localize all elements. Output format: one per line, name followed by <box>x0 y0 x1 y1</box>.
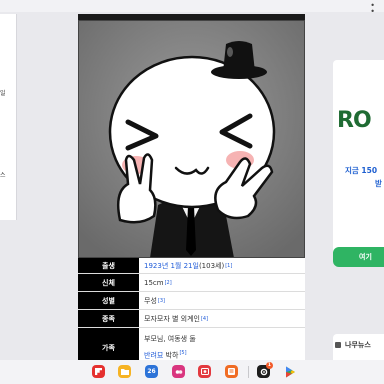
reference-link[interactable]: [3] <box>158 298 165 304</box>
table-row: 신체 15cm [2] <box>78 274 305 292</box>
play-store-icon[interactable] <box>284 365 297 378</box>
family-line: 부모님, 여동생 둘 <box>144 334 196 344</box>
reference-link[interactable]: [5] <box>179 350 186 356</box>
folder-icon[interactable] <box>118 365 131 378</box>
pet-name-text: 박하 <box>163 351 179 360</box>
row-value: 1923년 1월 21일 (103세) [1] <box>139 258 305 273</box>
settings-icon[interactable]: 1 <box>257 362 273 378</box>
flipboard-icon[interactable] <box>92 365 105 378</box>
dock-separator <box>248 366 249 378</box>
table-row: 출생 1923년 1월 21일 (103세) [1] <box>78 258 305 274</box>
news-label: 나무뉴스 <box>345 341 371 349</box>
article-infobox: 출생 1923년 1월 21일 (103세) [1] 신체 15cm [2] 성… <box>78 14 305 382</box>
row-value: 무성 [3] <box>139 292 305 309</box>
family-text: 부모님, 여동생 둘 <box>144 335 196 344</box>
height-text: 15cm <box>144 278 164 287</box>
notification-badge: 1 <box>266 362 273 369</box>
table-row: 종족 모자모자 별 외계인 [4] <box>78 310 305 328</box>
birth-date-link[interactable]: 1923년 1월 21일 <box>144 261 199 271</box>
ad-cta-button[interactable]: 여기 <box>333 247 384 267</box>
image-frame <box>78 20 305 258</box>
right-sidebar: RO 지금 150 받 여기 나무뉴스 <box>319 14 384 364</box>
row-value: 15cm [2] <box>139 274 305 291</box>
ad-subline: 받 <box>375 179 382 188</box>
status-bar: • • <box>0 0 384 16</box>
row-header: 출생 <box>78 258 139 273</box>
news-icon <box>335 342 341 348</box>
calendar-day: 26 <box>147 368 156 375</box>
gallery-icon[interactable] <box>172 365 185 378</box>
left-sidebar-fragment-1: 일 <box>0 90 6 97</box>
ad-logo: RO <box>337 108 372 133</box>
character-image[interactable] <box>78 20 305 258</box>
row-header: 성별 <box>78 292 139 309</box>
species-text: 모자모자 별 외계인 <box>144 314 200 323</box>
taskbar-dock: 26 1 <box>0 360 384 384</box>
left-sidebar-panel: 일 스 <box>0 14 17 220</box>
left-sidebar-fragment-2: 스 <box>0 172 6 179</box>
reference-link[interactable]: [4] <box>201 316 208 322</box>
advertisement-card[interactable]: RO 지금 150 받 <box>333 60 384 260</box>
row-value: 모자모자 별 외계인 [4] <box>139 310 305 327</box>
reference-link[interactable]: [2] <box>165 280 172 286</box>
pet-link[interactable]: 반려묘 <box>144 352 163 360</box>
ad-headline: 지금 150 <box>345 166 378 175</box>
reference-link[interactable]: [1] <box>225 263 232 269</box>
age-text: (103세) <box>198 261 225 270</box>
screen-recorder-icon[interactable] <box>198 365 211 378</box>
table-row: 성별 무성 [3] <box>78 292 305 310</box>
gender-text: 무성 <box>144 296 157 305</box>
notes-icon[interactable] <box>225 365 238 378</box>
calendar-icon[interactable]: 26 <box>145 365 158 378</box>
row-header: 종족 <box>78 310 139 327</box>
row-header: 신체 <box>78 274 139 291</box>
